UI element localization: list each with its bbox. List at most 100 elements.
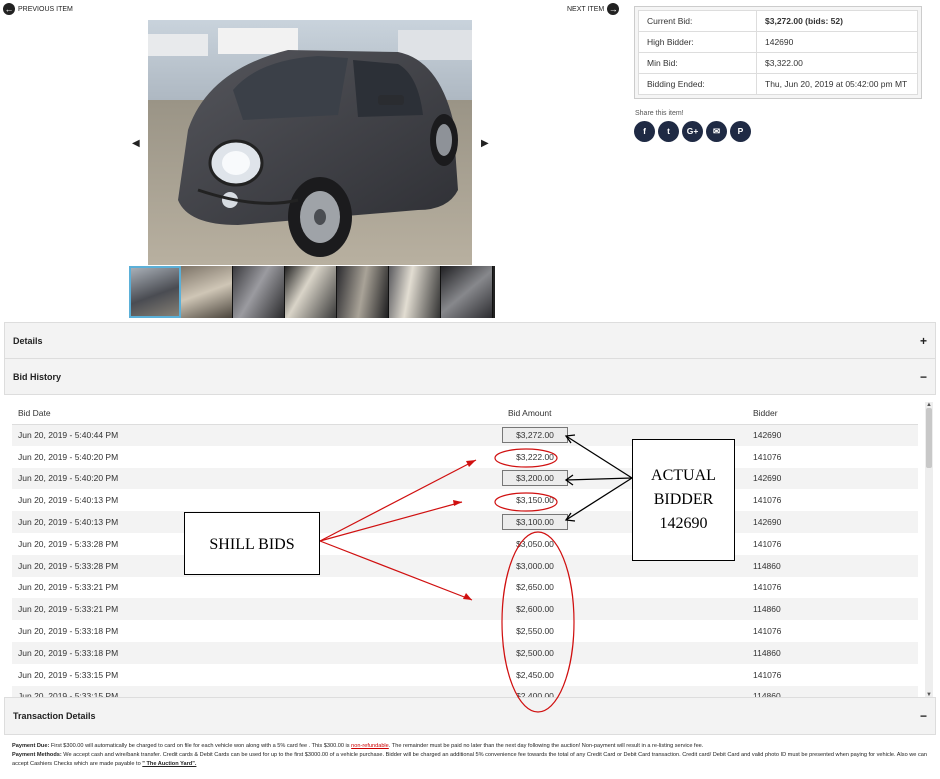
bid-date-cell: Jun 20, 2019 - 5:33:21 PM: [12, 598, 502, 621]
bid-history-row: Jun 20, 2019 - 5:33:28 PM $3,000.00 114860: [12, 554, 918, 577]
bid-date-cell: Jun 20, 2019 - 5:33:18 PM: [12, 641, 502, 664]
bid-history-row: Jun 20, 2019 - 5:33:21 PM $2,600.00 114860: [12, 598, 918, 621]
bidder-cell: 141076: [753, 582, 782, 593]
column-header-bidder: Bidder: [747, 402, 918, 425]
photo-next-arrow-icon[interactable]: ▶: [481, 138, 489, 149]
share-buttons: f t G+ ✉ P: [634, 121, 751, 142]
column-header-bid-amount: Bid Amount: [502, 402, 747, 425]
actual-bidder-callout: ACTUAL BIDDER 142690: [632, 439, 735, 561]
main-vehicle-photo[interactable]: [148, 20, 472, 265]
bid-history-row: Jun 20, 2019 - 5:33:18 PM $2,500.00 114860: [12, 641, 918, 664]
thumbnail-1[interactable]: [129, 266, 181, 318]
bid-history-panel[interactable]: Bid History −: [4, 358, 936, 395]
bid-info-value: 142690: [756, 31, 918, 53]
bid-date-cell: Jun 20, 2019 - 5:40:20 PM: [12, 467, 502, 490]
email-icon[interactable]: ✉: [706, 121, 727, 142]
transaction-text: Payment Due: First $300.00 will automati…: [12, 742, 928, 769]
bid-history-row: Jun 20, 2019 - 5:40:20 PM $3,200.00 142690: [12, 467, 918, 490]
details-title: Details: [13, 336, 43, 346]
bid-info-value: Thu, Jun 20, 2019 at 05:42:00 pm MT: [756, 73, 918, 95]
payable-to-text: " The Auction Yard".: [142, 761, 197, 767]
bidder-cell: 142690: [747, 467, 918, 490]
actual-bidder-line-3: 142690: [659, 515, 708, 532]
collapse-minus-icon[interactable]: −: [920, 709, 927, 723]
bid-amount-value: $3,272.00: [502, 427, 568, 444]
bid-history-row: Jun 20, 2019 - 5:40:13 PM $3,150.00 141076: [12, 489, 918, 511]
google-plus-icon[interactable]: G+: [682, 121, 703, 142]
bid-date-cell: Jun 20, 2019 - 5:33:18 PM: [18, 626, 119, 637]
bid-amount-value: $2,550.00: [516, 626, 554, 637]
bid-info-row: Bidding Ended: Thu, Jun 20, 2019 at 05:42…: [638, 73, 918, 95]
transaction-details-panel[interactable]: Transaction Details −: [4, 697, 936, 735]
previous-item-link[interactable]: ← PREVIOUS ITEM: [3, 3, 73, 15]
bidder-cell: 114860: [747, 598, 918, 621]
bidder-cell: 142690: [747, 511, 918, 533]
facebook-icon[interactable]: f: [634, 121, 655, 142]
pinterest-icon[interactable]: P: [730, 121, 751, 142]
bid-info-value: $3,272.00 (bids: 52): [756, 10, 918, 32]
bid-amount-value: $2,650.00: [516, 582, 554, 593]
collapse-minus-icon[interactable]: −: [920, 370, 927, 384]
bid-amount-value: $2,600.00: [516, 604, 554, 615]
bid-info-row: Min Bid: $3,322.00: [638, 52, 918, 74]
thumbnail-4[interactable]: [285, 266, 337, 318]
vehicle-photo-image: [148, 20, 472, 265]
payment-due-text: First $300.00 will automatically be char…: [50, 743, 350, 749]
bid-history-row: Jun 20, 2019 - 5:40:44 PM $3,272.00 142690: [12, 424, 918, 446]
thumbnail-2[interactable]: [181, 266, 233, 318]
previous-item-label: PREVIOUS ITEM: [18, 5, 73, 13]
bidder-cell: 114860: [747, 554, 918, 577]
bidder-cell: 141076: [753, 538, 782, 549]
bid-history-row: Jun 20, 2019 - 5:33:21 PM $2,650.00 141076: [12, 577, 918, 599]
bid-date-cell: Jun 20, 2019 - 5:33:21 PM: [18, 582, 119, 593]
twitter-icon[interactable]: t: [658, 121, 679, 142]
bid-date-cell: Jun 20, 2019 - 5:40:13 PM: [18, 495, 119, 506]
bid-history-table: Bid Date Bid Amount Bidder Jun 20, 2019 …: [12, 402, 918, 698]
bid-info-panel: Current Bid: $3,272.00 (bids: 52) High Bid…: [634, 6, 922, 99]
arrow-right-circle-icon: →: [607, 3, 620, 15]
bid-amount-cell: $2,500.00: [502, 641, 747, 664]
next-item-label: NEXT ITEM: [567, 5, 605, 13]
share-label: Share this item!: [635, 110, 684, 117]
bid-amount-value: $3,222.00: [516, 451, 554, 462]
column-header-bid-date: Bid Date: [12, 402, 502, 425]
bid-info-label: Bidding Ended:: [638, 73, 757, 95]
expand-plus-icon[interactable]: +: [920, 334, 927, 348]
bid-amount-cell: $2,450.00: [502, 664, 747, 686]
bid-history-row: Jun 20, 2019 - 5:33:28 PM $3,050.00 141076: [12, 533, 918, 555]
payment-due-label: Payment Due:: [12, 743, 50, 749]
thumbnail-7[interactable]: [441, 266, 493, 318]
bid-amount-cell: $2,550.00: [502, 620, 747, 642]
shill-bids-callout: SHILL BIDS: [184, 512, 320, 575]
payment-due-text-continued: . The remainder must be paid no later th…: [388, 743, 704, 749]
bidder-cell: 141076: [753, 451, 782, 462]
bid-info-row: High Bidder: 142690: [638, 31, 918, 53]
bid-amount-cell: $2,600.00: [502, 598, 747, 621]
bidder-cell: 114860: [747, 641, 918, 664]
non-refundable-link[interactable]: non-refundable: [351, 743, 389, 749]
photo-prev-arrow-icon[interactable]: ◀: [132, 138, 140, 149]
scrollbar-thumb[interactable]: [926, 408, 932, 468]
bid-amount-value: $3,100.00: [502, 514, 568, 531]
bid-history-scrollbar[interactable]: ▲ ▼: [925, 402, 933, 698]
bid-info-table: Current Bid: $3,272.00 (bids: 52) High Bid…: [638, 10, 918, 95]
payment-methods-label: Payment Methods:: [12, 752, 62, 758]
details-panel[interactable]: Details +: [4, 322, 936, 359]
thumbnail-5[interactable]: [337, 266, 389, 318]
bid-history-row: Jun 20, 2019 - 5:40:20 PM $3,222.00 141076: [12, 446, 918, 468]
actual-bidder-line-2: BIDDER: [653, 491, 714, 508]
bid-date-cell: Jun 20, 2019 - 5:40:44 PM: [12, 424, 502, 446]
bid-history-row: Jun 20, 2019 - 5:33:15 PM $2,450.00 141076: [12, 664, 918, 686]
next-item-link[interactable]: NEXT ITEM →: [567, 3, 620, 15]
thumbnail-3[interactable]: [233, 266, 285, 318]
bid-date-cell: Jun 20, 2019 - 5:33:15 PM: [18, 669, 119, 680]
bid-info-label: Current Bid:: [638, 10, 757, 32]
arrow-left-circle-icon: ←: [3, 3, 15, 15]
payment-methods-paragraph: Payment Methods: We accept cash and wire…: [12, 751, 928, 769]
bid-amount-value: $3,150.00: [516, 495, 554, 506]
bid-amount-value: $3,050.00: [516, 538, 554, 549]
thumbnail-6[interactable]: [389, 266, 441, 318]
payment-due-paragraph: Payment Due: First $300.00 will automati…: [12, 742, 928, 751]
bid-info-value: $3,322.00: [756, 52, 918, 74]
photo-thumbnail-strip: [129, 266, 495, 318]
